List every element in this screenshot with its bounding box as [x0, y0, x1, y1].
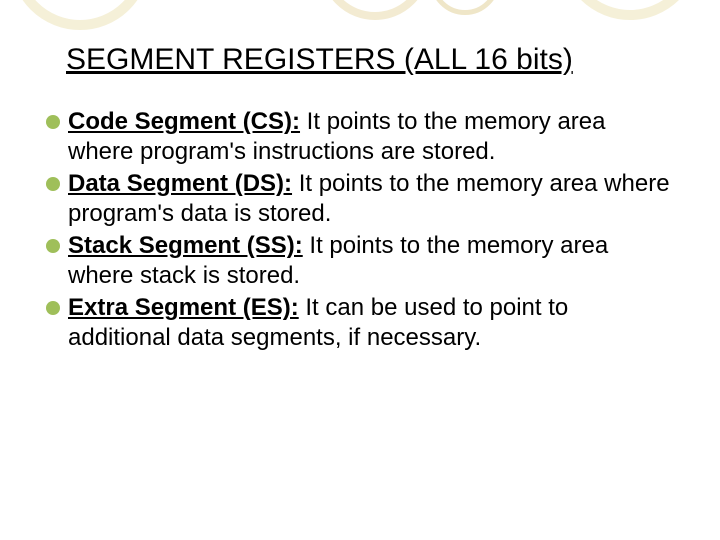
list-item: Stack Segment (SS): It points to the mem… — [46, 231, 674, 291]
bullet-icon — [46, 301, 60, 315]
slide-title: SEGMENT REGISTERS (ALL 16 bits) — [66, 43, 684, 77]
list-item-text: Code Segment (CS): It points to the memo… — [68, 107, 674, 167]
list-item: Data Segment (DS): It points to the memo… — [46, 169, 674, 229]
term: Extra Segment (ES): — [68, 294, 299, 321]
bullet-list: Code Segment (CS): It points to the memo… — [36, 107, 684, 353]
bullet-icon — [46, 239, 60, 253]
term: Stack Segment (SS): — [68, 232, 303, 259]
decor-circle-icon — [430, 0, 500, 15]
bullet-icon — [46, 177, 60, 191]
decor-circle-icon — [320, 0, 430, 20]
list-item-text: Extra Segment (ES): It can be used to po… — [68, 293, 674, 353]
slide: SEGMENT REGISTERS (ALL 16 bits) Code Seg… — [0, 0, 720, 540]
bullet-icon — [46, 115, 60, 129]
term: Code Segment (CS): — [68, 108, 300, 135]
list-item: Code Segment (CS): It points to the memo… — [46, 107, 674, 167]
list-item-text: Stack Segment (SS): It points to the mem… — [68, 231, 674, 291]
list-item-text: Data Segment (DS): It points to the memo… — [68, 169, 674, 229]
decor-circle-icon — [560, 0, 700, 20]
term: Data Segment (DS): — [68, 170, 292, 197]
decor-circle-icon — [10, 0, 150, 30]
list-item: Extra Segment (ES): It can be used to po… — [46, 293, 674, 353]
